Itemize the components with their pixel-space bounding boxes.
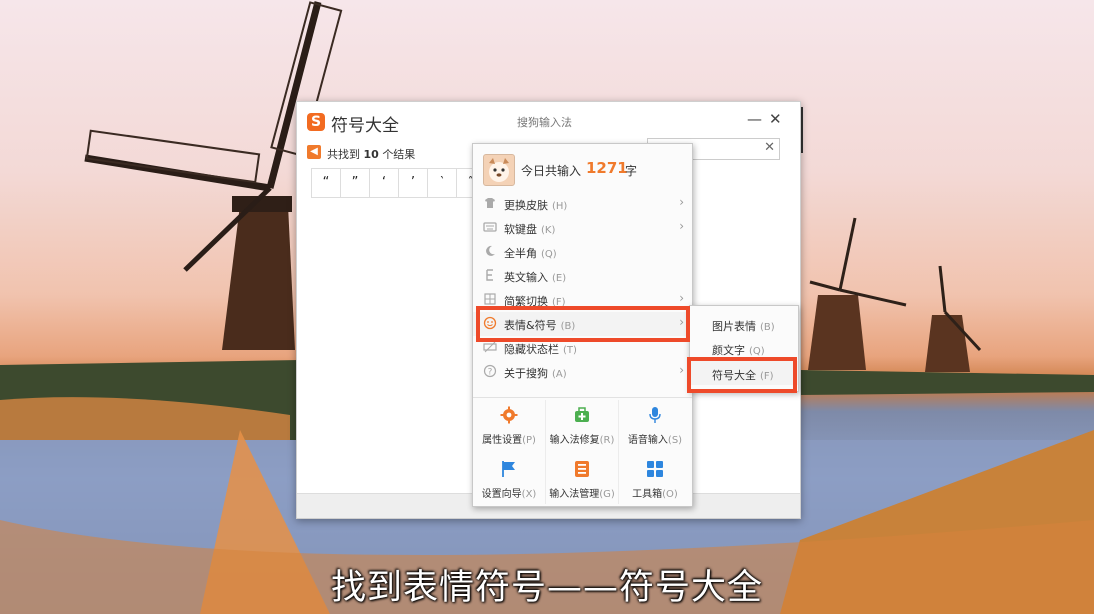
symbol-window-titlebar[interactable]: S 符号大全 搜狗输入法 — ✕: [297, 102, 800, 142]
avatar: [483, 154, 515, 186]
menu-item-label: 软键盘: [504, 223, 537, 236]
menu-item-hide-statusbar[interactable]: 隐藏状态栏 (T): [473, 336, 692, 360]
menu-item-shortcut: (B): [560, 321, 576, 332]
minimize-button[interactable]: —: [747, 110, 762, 128]
menu-item-label: 简繁切换: [504, 295, 548, 308]
menu-item-label: 表情&符号: [504, 319, 557, 332]
sogou-logo-icon: S: [307, 113, 325, 131]
menu-item-english-input[interactable]: 英文输入 (E): [473, 264, 692, 288]
chevron-right-icon: ›: [679, 291, 684, 305]
menu-item-shortcut: (E): [552, 273, 567, 284]
today-input-label: 今日共输入: [521, 164, 582, 178]
chevron-right-icon: ›: [679, 219, 684, 233]
symbol-result-row: “ ” ‘ ’ ‵ ″: [311, 168, 487, 198]
list-icon: [575, 461, 589, 477]
menu-item-label: 更换皮肤: [504, 199, 548, 212]
grid-ime-management[interactable]: 输入法管理(G): [546, 454, 618, 508]
menu-item-change-skin[interactable]: 更换皮肤 (H) ›: [473, 192, 692, 216]
menu-item-about-sogou[interactable]: ? 关于搜狗 (A) ›: [473, 360, 692, 384]
chevron-right-icon: ›: [679, 315, 684, 329]
grid-shortcut: (P): [522, 435, 536, 446]
close-button[interactable]: ✕: [769, 110, 782, 128]
grid-toolbox[interactable]: 工具箱(O): [619, 454, 691, 508]
today-input-count: 1271: [586, 159, 628, 177]
video-caption: 找到表情符号——符号大全: [330, 568, 763, 608]
submenu-item-symbol-collection[interactable]: 符号大全 (F): [690, 361, 798, 385]
grid-shortcut: (X): [521, 489, 537, 500]
grid-ime-repair[interactable]: 输入法修复(R): [546, 400, 618, 454]
keyboard-icon: [483, 220, 497, 234]
clear-search-icon[interactable]: ✕: [764, 140, 775, 155]
grid-setup-wizard[interactable]: 设置向导(X): [473, 454, 545, 508]
gear-icon: [500, 406, 518, 424]
result-count: 10: [363, 148, 379, 161]
traditional-icon: [483, 292, 497, 306]
menu-item-shortcut: (K): [541, 225, 556, 236]
submenu-item-shortcut: (F): [760, 371, 774, 382]
menu-item-label: 英文输入: [504, 271, 548, 284]
menu-item-shortcut: (Q): [541, 249, 557, 260]
chevron-right-icon: ›: [679, 195, 684, 209]
symbol-cell[interactable]: ”: [341, 169, 370, 197]
menu-item-shortcut: (H): [552, 201, 568, 212]
menu-item-label: 隐藏状态栏: [504, 343, 559, 356]
grid-shortcut: (G): [599, 489, 615, 500]
grid-shortcut: (R): [599, 435, 615, 446]
menu-item-label: 全半角: [504, 247, 537, 260]
flag-icon: [502, 461, 515, 477]
submenu-item-shortcut: (Q): [749, 346, 765, 357]
menu-item-soft-keyboard[interactable]: 软键盘 (K) ›: [473, 216, 692, 240]
repair-kit-icon: [575, 407, 589, 422]
dog-avatar-icon: [489, 158, 509, 182]
submenu-item-kaomoji[interactable]: 颜文字 (Q): [690, 336, 798, 360]
grid-label: 工具箱: [632, 489, 663, 500]
grid-label: 语音输入: [627, 435, 668, 446]
svg-text:?: ?: [488, 368, 493, 378]
menu-item-shortcut: (F): [552, 297, 566, 308]
symbol-cell[interactable]: ‘: [370, 169, 399, 197]
result-suffix: 个结果: [382, 148, 416, 161]
submenu-item-shortcut: (B): [760, 322, 775, 333]
grid-label: 设置向导: [481, 489, 522, 500]
toolbox-icon: [647, 461, 663, 477]
shirt-icon: [483, 196, 497, 210]
menu-item-shortcut: (T): [563, 345, 577, 356]
microphone-icon: [649, 407, 661, 423]
search-result-summary: 共找到 10 个结果: [327, 146, 415, 162]
moon-icon: [483, 244, 497, 258]
menu-item-simplified-traditional[interactable]: 简繁切换 (F) ›: [473, 288, 692, 312]
menu-item-label: 关于搜狗: [504, 367, 548, 380]
symbol-cell[interactable]: ’: [399, 169, 428, 197]
menu-item-full-half-width[interactable]: 全半角 (Q): [473, 240, 692, 264]
chevron-right-icon: ›: [679, 363, 684, 377]
smiley-icon: [483, 316, 497, 330]
symbol-cell[interactable]: ‵: [428, 169, 457, 197]
english-icon: [483, 268, 497, 282]
submenu-item-label: 图片表情: [712, 320, 756, 333]
symbol-window-title: 符号大全: [331, 116, 399, 136]
result-prefix: 共找到: [327, 148, 360, 161]
question-icon: ?: [483, 364, 497, 378]
grid-properties-settings[interactable]: 属性设置(P): [473, 400, 545, 454]
grid-voice-input[interactable]: 语音输入(S): [619, 400, 691, 454]
grid-label: 输入法管理: [549, 489, 600, 500]
submenu-item-label: 符号大全: [712, 369, 756, 382]
grid-label: 属性设置: [482, 435, 523, 446]
grid-shortcut: (O): [662, 489, 678, 500]
ime-context-menu: 今日共输入 1271 字 更换皮肤 (H) › 软键盘 (K) › 全半角 (Q) 英…: [472, 143, 693, 507]
back-arrow-icon[interactable]: ◀: [307, 145, 321, 159]
menu-item-shortcut: (A): [552, 369, 567, 380]
menu-divider: [473, 397, 692, 398]
submenu-item-label: 颜文字: [712, 344, 745, 357]
symbol-cell[interactable]: “: [312, 169, 341, 197]
today-input-unit: 字: [625, 164, 638, 178]
ime-name-label: 搜狗输入法: [517, 116, 572, 129]
grid-label: 输入法修复: [549, 435, 600, 446]
submenu-item-image-emoji[interactable]: 图片表情 (B): [690, 312, 798, 336]
menu-item-emoji-symbols[interactable]: 表情&符号 (B) ›: [473, 312, 692, 336]
hide-icon: [483, 340, 497, 354]
grid-shortcut: (S): [667, 435, 683, 446]
emoji-symbols-submenu: 图片表情 (B) 颜文字 (Q) 符号大全 (F): [689, 305, 799, 392]
